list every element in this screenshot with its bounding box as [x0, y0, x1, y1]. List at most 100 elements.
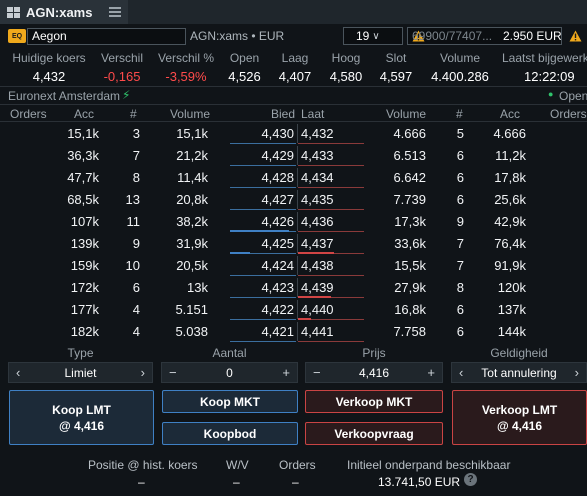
instrument-search-input[interactable]: Aegon [27, 28, 186, 45]
volume-bid: 13k [187, 280, 208, 295]
count-ask: 8 [456, 280, 464, 295]
count-ask: 6 [456, 302, 464, 317]
bid-underline [230, 341, 296, 342]
spread-divider [297, 168, 298, 187]
col-acc-bid: Acc [73, 107, 94, 121]
validity-select[interactable]: ‹ Tot annulering › [451, 362, 587, 383]
count-ask: 7 [456, 258, 464, 273]
count-bid: 4 [132, 324, 140, 339]
quote-updated: 12:22:09 [524, 69, 575, 84]
acc-ask: 91,9k [494, 258, 526, 273]
quote-change: -0,165 [103, 69, 141, 84]
quote-header-open: Open [229, 51, 260, 65]
price-value[interactable]: 4,416 [359, 366, 389, 380]
volume-bid: 31,9k [176, 236, 208, 251]
chevron-left-icon[interactable]: ‹ [16, 365, 20, 380]
acc-bid: 172k [70, 280, 99, 295]
sell-market-button[interactable]: Verkoop MKT [305, 390, 443, 413]
order-book-row[interactable]: 172k 6 13k 4,423 4,439 27,9k 8 120k [0, 276, 587, 299]
acc-bid: 159k [70, 258, 99, 273]
buy-market-button[interactable]: Koop MKT [162, 390, 298, 413]
sell-limit-label: Verkoop LMT [481, 402, 558, 417]
bid-price: 4,430 [261, 126, 294, 141]
acc-ask: 11,2k [495, 148, 526, 163]
bid-price: 4,423 [261, 280, 294, 295]
order-book-row[interactable]: 68,5k 13 20,8k 4,427 4,435 7.739 6 25,6k [0, 188, 587, 211]
status-dot-icon: ● [548, 89, 554, 99]
ask-price: 4,440 [301, 302, 334, 317]
spread-divider [297, 124, 298, 143]
quote-volume: 4.400.286 [431, 69, 489, 84]
quantity-value[interactable]: 0 [226, 366, 233, 380]
volume-ask: 33,6k [394, 236, 426, 251]
ask-price: 4,433 [301, 148, 334, 163]
plus-icon[interactable]: + [427, 365, 435, 380]
col-orders-bid: Orders [10, 107, 47, 121]
bid-price: 4,427 [261, 192, 294, 207]
bid-price: 4,425 [261, 236, 294, 251]
orders-label: Orders [279, 458, 316, 472]
acc-bid: 47,7k [67, 170, 99, 185]
minus-icon[interactable]: − [313, 365, 321, 380]
quote-header-change-pct: Verschil % [157, 51, 215, 65]
sell-limit-button[interactable]: Verkoop LMT @ 4,416 [452, 390, 587, 445]
acc-ask: 76,4k [494, 236, 526, 251]
volume-ask: 7.739 [393, 192, 426, 207]
order-book-row[interactable]: 107k 11 38,2k 4,426 4,436 17,3k 9 42,9k [0, 210, 587, 233]
quote-header-last: Huidige koers [12, 51, 86, 65]
col-bid: Bied [270, 107, 295, 121]
buy-limit-button[interactable]: Koop LMT @ 4,416 [9, 390, 154, 445]
collateral-label: Initieel onderpand beschikbaar [347, 458, 511, 472]
bid-price: 4,422 [261, 302, 294, 317]
chevron-right-icon[interactable]: › [575, 365, 579, 380]
buy-bid-button[interactable]: Koopbod [162, 422, 298, 445]
chevron-right-icon[interactable]: › [141, 365, 145, 380]
order-book-row[interactable]: 139k 9 31,9k 4,425 4,437 33,6k 7 76,4k [0, 232, 587, 255]
acc-bid: 15,1k [67, 126, 99, 141]
warning-triangle-icon[interactable] [569, 30, 582, 42]
volume-bid: 20,8k [176, 192, 208, 207]
order-book-row[interactable]: 36,3k 7 21,2k 4,429 4,433 6.513 6 11,2k [0, 144, 587, 167]
quote-low: 4,407 [278, 69, 312, 84]
hamburger-icon[interactable] [108, 5, 122, 19]
price-stepper[interactable]: − 4,416 + [305, 362, 443, 383]
bid-price: 4,421 [261, 324, 294, 339]
volume-ask: 7.758 [393, 324, 426, 339]
sell-ask-button[interactable]: Verkoopvraag [305, 422, 443, 445]
window-title: AGN:xams [26, 4, 93, 20]
order-book-row[interactable]: 177k 4 5.151 4,422 4,440 16,8k 6 137k [0, 298, 587, 321]
bid-price: 4,428 [261, 170, 294, 185]
order-book-row[interactable]: 159k 10 20,5k 4,424 4,438 15,5k 7 91,9k [0, 254, 587, 277]
bid-price: 4,424 [261, 258, 294, 273]
quote-last: 4,432 [32, 69, 66, 84]
quantity-preset-dropdown[interactable]: 19 ∨ [343, 27, 403, 45]
minus-icon[interactable]: − [169, 365, 177, 380]
acc-bid: 68,5k [67, 192, 99, 207]
quote-high: 4,580 [329, 69, 363, 84]
count-bid: 13 [125, 192, 140, 207]
symbol-info: AGN:xams • EUR [190, 29, 285, 43]
col-acc-ask: Acc [499, 107, 520, 121]
count-ask: 6 [456, 148, 464, 163]
spread-divider [297, 300, 298, 319]
quote-header-volume: Volume [439, 51, 481, 65]
ask-price: 4,439 [301, 280, 334, 295]
acc-ask: 42,9k [494, 214, 526, 229]
count-ask: 6 [456, 192, 464, 207]
orders-value: – [292, 475, 299, 489]
order-book-row[interactable]: 15,1k 3 15,1k 4,430 4,432 4.666 5 4.666 [0, 122, 587, 145]
type-label: Type [67, 346, 94, 360]
order-type-select[interactable]: ‹ Limiet › [8, 362, 153, 383]
volume-bid: 15,1k [176, 126, 208, 141]
pnl-value: – [233, 475, 240, 489]
count-bid: 11 [126, 214, 141, 229]
quantity-stepper[interactable]: − 0 + [161, 362, 298, 383]
order-book-row[interactable]: 47,7k 8 11,4k 4,428 4,434 6.642 6 17,8k [0, 166, 587, 189]
plus-icon[interactable]: + [282, 365, 290, 380]
order-book-row[interactable]: 182k 4 5.038 4,421 4,441 7.758 6 144k [0, 320, 587, 343]
count-bid: 8 [132, 170, 140, 185]
quote-header-high: Hoog [331, 51, 361, 65]
market-name: Euronext Amsterdam [8, 89, 121, 103]
question-icon[interactable]: ? [464, 473, 477, 486]
chevron-left-icon[interactable]: ‹ [459, 365, 463, 380]
